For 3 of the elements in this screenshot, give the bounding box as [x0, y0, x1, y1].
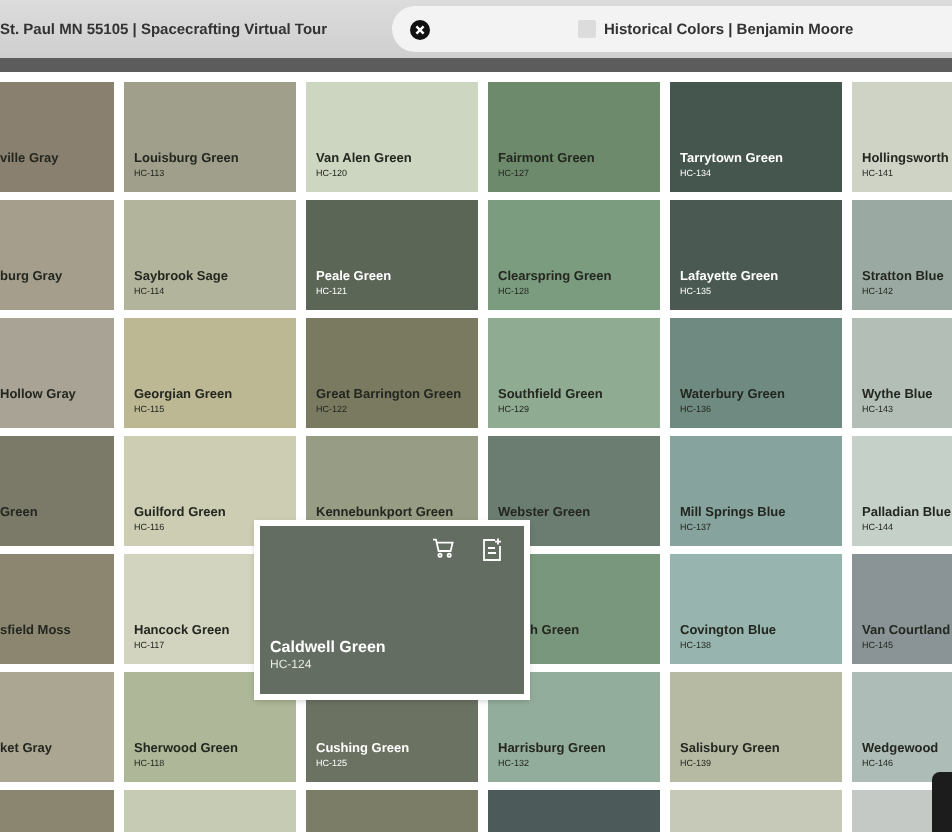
cart-icon[interactable] — [432, 538, 454, 558]
close-icon[interactable] — [410, 19, 430, 39]
add-to-list-icon[interactable] — [482, 538, 502, 562]
